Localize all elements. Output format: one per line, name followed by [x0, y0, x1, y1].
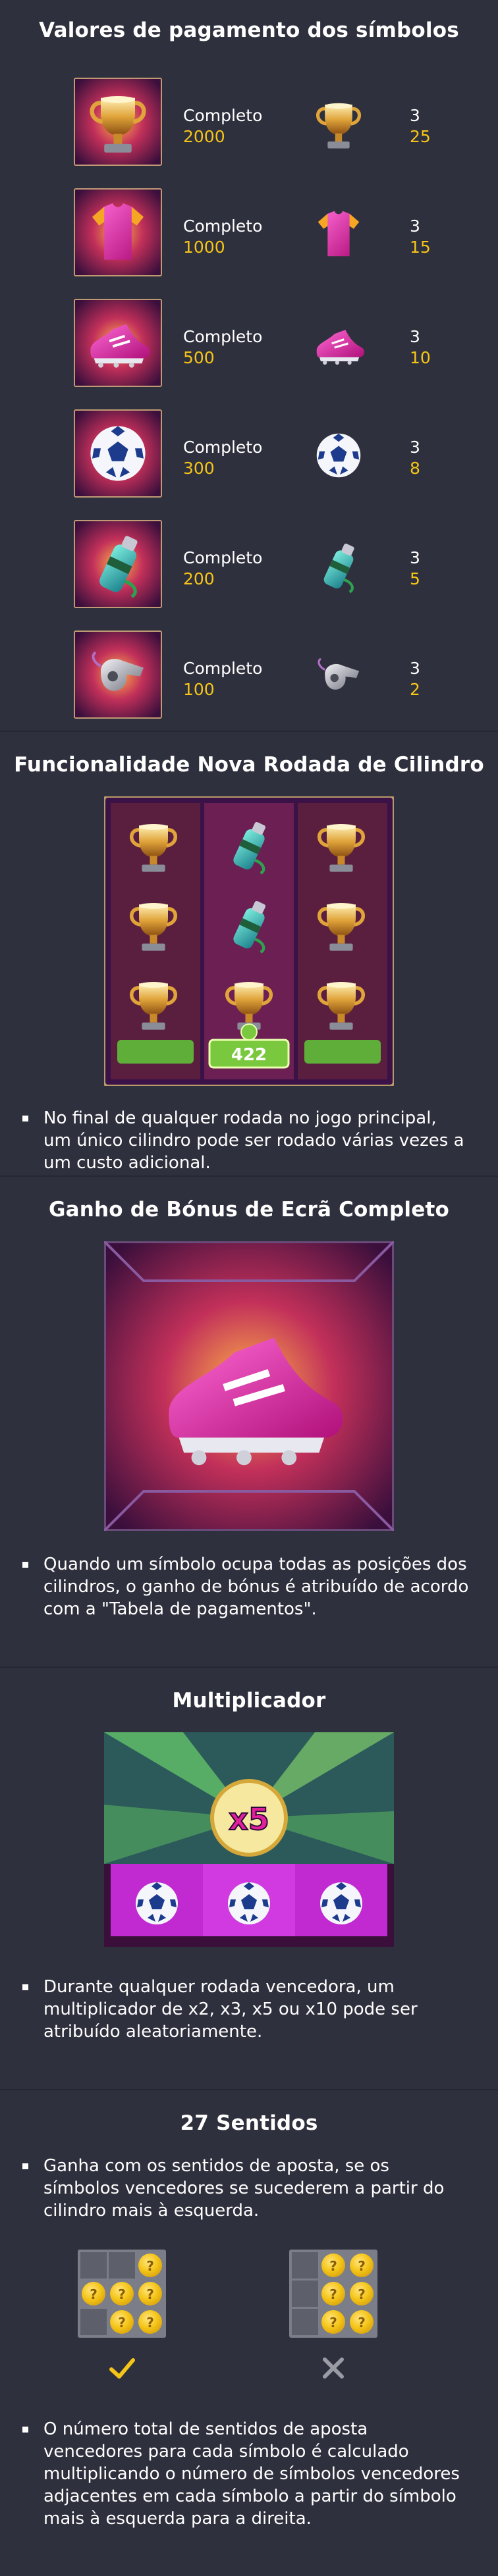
- pay-count: 3: [410, 106, 420, 125]
- multiplier-image: x5: [104, 1732, 394, 1947]
- respin-title: Funcionalidade Nova Rodada de Cilindro: [14, 753, 484, 777]
- pay-label: Completo: [183, 327, 263, 346]
- pay-amount: 25: [410, 127, 431, 146]
- pay-value: 100: [183, 680, 215, 699]
- ball-icon: [136, 1882, 362, 1924]
- pay-value: 1000: [183, 238, 225, 257]
- pay-label: Completo: [183, 217, 263, 236]
- pay-count: 3: [410, 548, 420, 567]
- bottle-icon: [74, 520, 162, 608]
- paytable-row: Completo 100 3 2: [0, 631, 498, 741]
- pay-amount: 8: [410, 459, 420, 478]
- pay-value: 300: [183, 459, 215, 478]
- bottle-icon: [304, 532, 373, 600]
- cross-icon: [323, 2357, 344, 2379]
- ways-section: 27 Sentidos Ganha com os sentidos de apo…: [0, 2090, 498, 2551]
- pay-count: 3: [410, 438, 420, 457]
- respin-reels-image: 422: [104, 796, 394, 1086]
- multiplier-description: Durante qualquer rodada vencedora, um mu…: [0, 1976, 498, 2043]
- respin-description: No final de qualquer rodada no jogo prin…: [0, 1107, 498, 1174]
- ways-calculation: O número total de sentidos de aposta ven…: [0, 2418, 498, 2530]
- pay-amount: 5: [410, 569, 420, 588]
- pay-value: 2000: [183, 127, 225, 146]
- ways-grid-invalid: [289, 2250, 377, 2338]
- paytable-title: Valores de pagamento dos símbolos: [39, 18, 459, 42]
- fullscreen-title: Ganho de Bónus de Ecrã Completo: [49, 1198, 449, 1222]
- jersey-icon: [74, 188, 162, 276]
- paytable-row: Completo 200 3 5: [0, 520, 498, 631]
- fullscreen-win-image: [104, 1241, 394, 1531]
- trophy-icon: [304, 90, 373, 158]
- pay-value: 200: [183, 569, 215, 588]
- paytable-rows: Completo 2000 3 25 Completo 1000 3 15 Completo 50…: [0, 78, 498, 741]
- paytable-page: Valores de pagamento dos símbolos Comple…: [0, 0, 498, 2576]
- ball-icon: [74, 409, 162, 498]
- ways-example-invalid: [287, 2250, 379, 2383]
- ways-grid-valid: [78, 2250, 166, 2338]
- paytable-row: Completo 1000 3 15: [0, 188, 498, 299]
- ways-examples: [0, 2250, 498, 2383]
- respin-counter: 422: [231, 1045, 267, 1065]
- fullscreen-section: Ganho de Bónus de Ecrã Completo Quando u…: [0, 1177, 498, 1666]
- pay-count: 3: [410, 327, 420, 346]
- ways-description: Ganha com os sentidos de aposta, se os s…: [0, 2155, 498, 2222]
- whistle-icon: [74, 631, 162, 719]
- check-icon: [109, 2358, 135, 2379]
- pay-label: Completo: [183, 106, 263, 125]
- ball-icon: [304, 421, 373, 490]
- boot-icon: [74, 299, 162, 387]
- multiplier-section: Multiplicador x5 Durante qualquer rodada…: [0, 1668, 498, 2089]
- respin-section: Funcionalidade Nova Rodada de Cilindro 4…: [0, 732, 498, 1175]
- pay-amount: 2: [410, 680, 420, 699]
- boot-icon: [304, 311, 373, 379]
- ways-example-valid: [76, 2250, 168, 2383]
- whistle-icon: [304, 642, 373, 711]
- pay-value: 500: [183, 348, 215, 367]
- pay-amount: 10: [410, 348, 431, 367]
- pay-label: Completo: [183, 659, 263, 678]
- multiplier-title: Multiplicador: [172, 1689, 326, 1713]
- trophy-icon: [74, 78, 162, 166]
- fullscreen-description: Quando um símbolo ocupa todas as posiçõe…: [0, 1553, 498, 1620]
- pay-amount: 15: [410, 238, 431, 257]
- paytable-row: Completo 2000 3 25: [0, 78, 498, 188]
- paytable-row: Completo 500 3 10: [0, 299, 498, 409]
- pay-label: Completo: [183, 438, 263, 457]
- jersey-icon: [304, 200, 373, 269]
- pay-label: Completo: [183, 548, 263, 567]
- paytable-row: Completo 300 3 8: [0, 409, 498, 520]
- multiplier-badge: x5: [229, 1801, 269, 1837]
- pay-count: 3: [410, 217, 420, 236]
- paytable-section: Valores de pagamento dos símbolos Comple…: [0, 0, 498, 731]
- ways-title: 27 Sentidos: [180, 2111, 318, 2135]
- pay-count: 3: [410, 659, 420, 678]
